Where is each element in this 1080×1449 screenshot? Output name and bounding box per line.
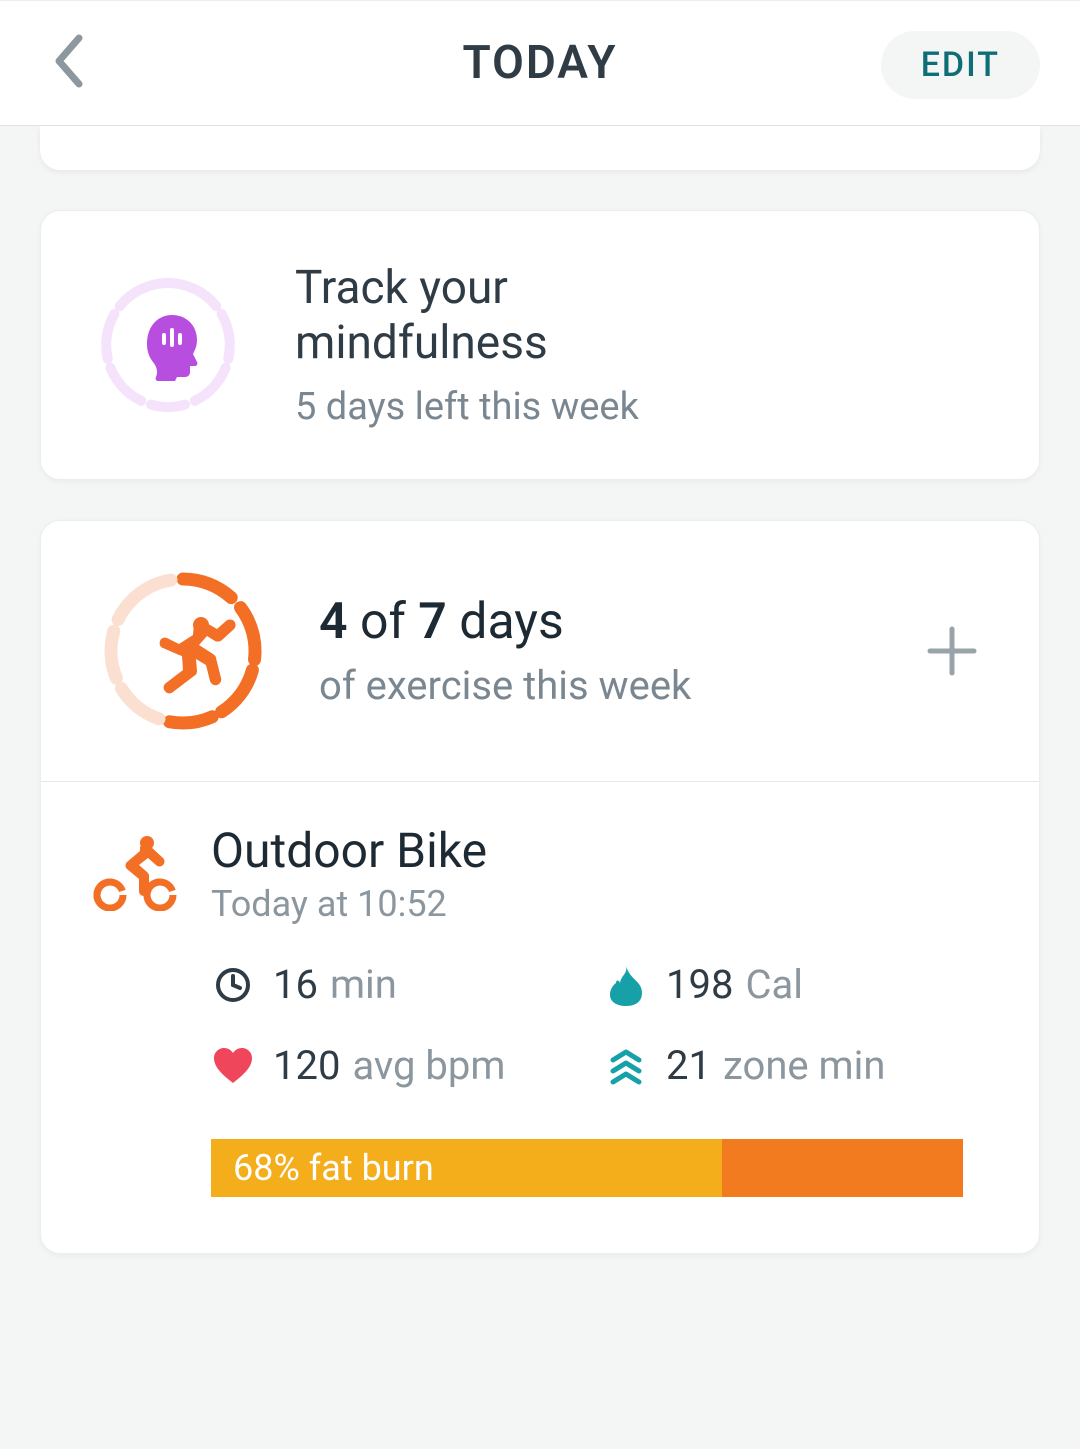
plus-icon [924, 623, 980, 679]
exercise-text: 4 of 7 days of exercise this week [319, 594, 691, 709]
activity-row[interactable]: Outdoor Bike Today at 10:52 16 min 198 [41, 782, 1039, 1253]
zone-min-value: 21 [666, 1042, 711, 1089]
page-title: TODAY [462, 36, 617, 90]
exercise-card: 4 of 7 days of exercise this week [40, 520, 1040, 1254]
duration-value: 16 [273, 961, 318, 1008]
mindfulness-head-icon [147, 315, 197, 381]
mindfulness-progress-ring [91, 268, 245, 422]
back-button[interactable] [38, 31, 98, 91]
metric-duration: 16 min [211, 961, 594, 1008]
exercise-progress-ring [93, 561, 273, 741]
zone-fat-burn-segment: 68% fat burn [211, 1139, 722, 1197]
mindfulness-title-line1: Track your [295, 261, 508, 315]
metric-bpm: 120 avg bpm [211, 1042, 594, 1089]
calories-value: 198 [666, 961, 733, 1008]
exercise-summary-row[interactable]: 4 of 7 days of exercise this week [41, 521, 1039, 782]
add-exercise-button[interactable] [917, 616, 987, 686]
calories-unit: Cal [745, 961, 803, 1008]
duration-unit: min [330, 961, 397, 1008]
heart-rate-zone-bar: 68% fat burn [211, 1139, 963, 1197]
zone-min-unit: zone min [723, 1042, 885, 1089]
previous-card-edge[interactable] [40, 126, 1040, 170]
mindfulness-card[interactable]: Track your mindfulness 5 days left this … [40, 210, 1040, 480]
metric-calories: 198 Cal [604, 961, 987, 1008]
bpm-unit: avg bpm [352, 1042, 505, 1089]
activity-name: Outdoor Bike [211, 822, 487, 879]
zone-fat-burn-label: 68% fat burn [233, 1147, 434, 1189]
runner-icon [160, 617, 236, 693]
edit-button[interactable]: EDIT [881, 31, 1040, 99]
mindfulness-text: Track your mindfulness 5 days left this … [295, 261, 639, 429]
zone-chevrons-icon [604, 1044, 648, 1088]
exercise-days-label: days [459, 593, 564, 651]
bpm-value: 120 [273, 1042, 340, 1089]
exercise-subtitle: of exercise this week [319, 662, 691, 709]
activity-timestamp: Today at 10:52 [211, 883, 487, 925]
content-scroll[interactable]: Track your mindfulness 5 days left this … [0, 126, 1080, 1254]
chevron-left-icon [51, 34, 85, 88]
exercise-title: 4 of 7 days [319, 594, 691, 652]
flame-icon [604, 963, 648, 1007]
mindfulness-subtitle: 5 days left this week [295, 385, 639, 429]
clock-icon [211, 963, 255, 1007]
header-bar: TODAY EDIT [0, 0, 1080, 126]
metric-zone-minutes: 21 zone min [604, 1042, 987, 1089]
activity-metrics: 16 min 198 Cal 120 avg bpm [211, 961, 987, 1089]
zone-cardio-segment [722, 1139, 963, 1197]
exercise-total-count: 7 [418, 593, 447, 651]
mindfulness-title-line2: mindfulness [295, 316, 548, 370]
edit-button-label: EDIT [921, 45, 1000, 85]
mindfulness-title: Track your mindfulness [295, 261, 639, 371]
bike-icon [93, 833, 183, 915]
activity-header: Outdoor Bike Today at 10:52 [93, 822, 987, 925]
heart-icon [211, 1044, 255, 1088]
exercise-done-count: 4 [319, 593, 348, 651]
